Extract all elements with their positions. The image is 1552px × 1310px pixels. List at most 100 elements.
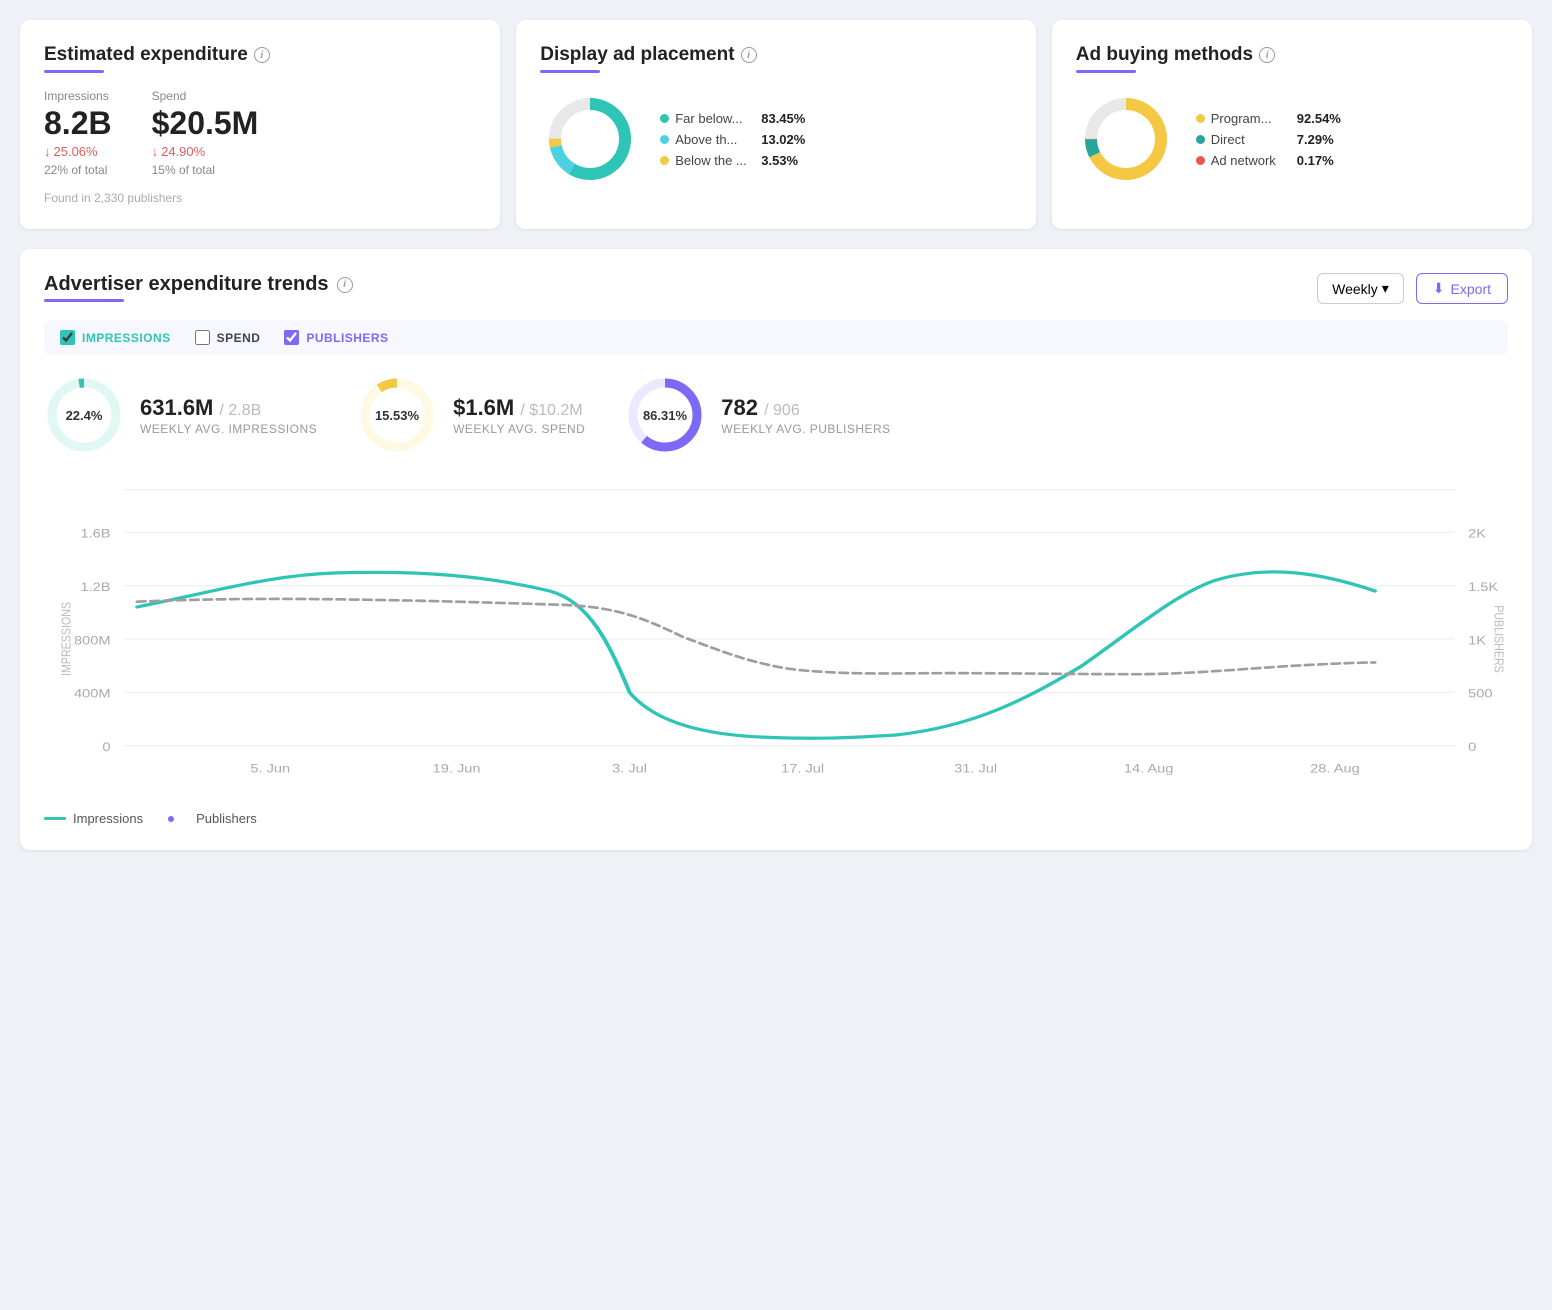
- svg-text:19. Jun: 19. Jun: [433, 762, 481, 775]
- trends-title: Advertiser expenditure trends i: [44, 273, 353, 296]
- svg-text:800M: 800M: [74, 634, 111, 647]
- estimated-title: Estimated expenditure i: [44, 44, 476, 66]
- svg-text:1.2B: 1.2B: [80, 580, 110, 593]
- display-donut-chart: [540, 89, 640, 189]
- impressions-checkbox-input[interactable]: [60, 330, 75, 345]
- download-icon: ⬇: [1433, 280, 1445, 297]
- svg-text:14. Aug: 14. Aug: [1124, 762, 1174, 775]
- trends-header: Advertiser expenditure trends i Weekly ▾…: [44, 273, 1508, 304]
- exp-metrics-row: Impressions 8.2B 25.06% 22% of total Spe…: [44, 89, 476, 177]
- svg-text:0: 0: [102, 740, 110, 753]
- display-placement-card: Display ad placement i Far below... 8: [516, 20, 1036, 229]
- legend-item-farbelow: Far below... 83.45%: [660, 111, 805, 126]
- impressions-donut: 22.4%: [44, 375, 124, 455]
- svg-text:22.4%: 22.4%: [66, 408, 103, 423]
- svg-text:15.53%: 15.53%: [375, 408, 420, 423]
- impressions-metric-block: 22.4% 631.6M / 2.8B WEEKLY AVG. IMPRESSI…: [44, 375, 317, 455]
- impressions-legend-line: [44, 817, 66, 820]
- legend-item-below: Below the ... 3.53%: [660, 153, 805, 168]
- publishers-checkbox[interactable]: PUBLISHERS: [284, 330, 388, 345]
- trends-card: Advertiser expenditure trends i Weekly ▾…: [20, 249, 1532, 850]
- chart-area: 0 400M 800M 1.2B 1.6B 0 500 1K 1.5K 2K 5…: [44, 479, 1508, 799]
- spend-checkbox[interactable]: SPEND: [195, 330, 261, 345]
- svg-text:5. Jun: 5. Jun: [250, 762, 290, 775]
- trends-info-icon[interactable]: i: [337, 277, 353, 293]
- publishers-metric-block: 86.31% 782 / 906 WEEKLY AVG. PUBLISHERS: [625, 375, 890, 455]
- trends-chart: 0 400M 800M 1.2B 1.6B 0 500 1K 1.5K 2K 5…: [44, 479, 1508, 799]
- chart-legend: Impressions Publishers: [44, 811, 1508, 826]
- trends-controls: Weekly ▾ ⬇ Export: [1317, 273, 1508, 304]
- farbelow-dot: [660, 114, 669, 123]
- spend-donut: 15.53%: [357, 375, 437, 455]
- svg-text:1.5K: 1.5K: [1468, 580, 1498, 593]
- buying-legend: Program... 92.54% Direct 7.29% Ad networ…: [1196, 111, 1341, 168]
- impressions-metric: Impressions 8.2B 25.06% 22% of total: [44, 89, 112, 177]
- top-cards-section: Estimated expenditure i Impressions 8.2B…: [20, 20, 1532, 229]
- checkboxes-row: IMPRESSIONS SPEND PUBLISHERS: [44, 320, 1508, 355]
- above-dot: [660, 135, 669, 144]
- spend-value: $20.5M: [152, 105, 259, 142]
- impressions-metric-text: 631.6M / 2.8B WEEKLY AVG. IMPRESSIONS: [140, 395, 317, 436]
- spend-total: 15% of total: [152, 163, 259, 177]
- svg-text:PUBLISHERS: PUBLISHERS: [1491, 605, 1506, 673]
- buying-donut-chart: [1076, 89, 1176, 189]
- spend-metric-text: $1.6M / $10.2M WEEKLY AVG. SPEND: [453, 395, 585, 436]
- impressions-total: 22% of total: [44, 163, 112, 177]
- ad-buying-card: Ad buying methods i Program... 92.54%: [1052, 20, 1532, 229]
- display-donut-section: Far below... 83.45% Above th... 13.02% B…: [540, 89, 1012, 189]
- estimated-expenditure-card: Estimated expenditure i Impressions 8.2B…: [20, 20, 500, 229]
- svg-text:400M: 400M: [74, 687, 111, 700]
- trends-title-block: Advertiser expenditure trends i: [44, 273, 353, 302]
- publishers-legend-entry: Publishers: [167, 811, 257, 826]
- svg-text:28. Aug: 28. Aug: [1310, 762, 1360, 775]
- export-button[interactable]: ⬇ Export: [1416, 273, 1508, 304]
- svg-text:31. Jul: 31. Jul: [954, 762, 997, 775]
- spend-metric: Spend $20.5M 24.90% 15% of total: [152, 89, 259, 177]
- legend-item-direct: Direct 7.29%: [1196, 132, 1341, 147]
- impressions-checkbox[interactable]: IMPRESSIONS: [60, 330, 171, 345]
- svg-text:86.31%: 86.31%: [643, 408, 688, 423]
- buying-title-underline: [1076, 70, 1136, 73]
- svg-text:1K: 1K: [1468, 634, 1486, 647]
- programmatic-dot: [1196, 114, 1205, 123]
- publishers-note: Found in 2,330 publishers: [44, 191, 476, 205]
- publishers-line: [137, 599, 1375, 674]
- estimated-title-underline: [44, 70, 104, 73]
- impressions-value: 8.2B: [44, 105, 112, 142]
- publishers-metric-text: 782 / 906 WEEKLY AVG. PUBLISHERS: [721, 395, 890, 436]
- display-legend: Far below... 83.45% Above th... 13.02% B…: [660, 111, 805, 168]
- svg-text:500: 500: [1468, 687, 1492, 700]
- svg-text:3. Jul: 3. Jul: [612, 762, 647, 775]
- svg-text:IMPRESSIONS: IMPRESSIONS: [58, 602, 73, 676]
- chevron-down-icon: ▾: [1382, 280, 1389, 297]
- svg-text:17. Jul: 17. Jul: [781, 762, 824, 775]
- adnetwork-dot: [1196, 156, 1205, 165]
- legend-item-adnetwork: Ad network 0.17%: [1196, 153, 1341, 168]
- impressions-line: [137, 572, 1375, 738]
- impressions-label: Impressions: [44, 89, 112, 103]
- below-dot: [660, 156, 669, 165]
- estimated-info-icon[interactable]: i: [254, 47, 270, 63]
- display-info-icon[interactable]: i: [741, 47, 757, 63]
- buying-info-icon[interactable]: i: [1259, 47, 1275, 63]
- svg-text:0: 0: [1468, 740, 1476, 753]
- weekly-button[interactable]: Weekly ▾: [1317, 273, 1404, 304]
- buying-donut-section: Program... 92.54% Direct 7.29% Ad networ…: [1076, 89, 1508, 189]
- impressions-change: 25.06%: [44, 144, 112, 159]
- publishers-checkbox-input[interactable]: [284, 330, 299, 345]
- display-title: Display ad placement i: [540, 44, 1012, 66]
- publishers-donut: 86.31%: [625, 375, 705, 455]
- svg-text:1.6B: 1.6B: [80, 527, 110, 540]
- trends-title-underline: [44, 299, 124, 302]
- display-title-underline: [540, 70, 600, 73]
- impressions-legend-entry: Impressions: [44, 811, 143, 826]
- spend-metric-block: 15.53% $1.6M / $10.2M WEEKLY AVG. SPEND: [357, 375, 585, 455]
- spend-change: 24.90%: [152, 144, 259, 159]
- publishers-legend-line: [167, 814, 189, 824]
- legend-item-programmatic: Program... 92.54%: [1196, 111, 1341, 126]
- spend-label: Spend: [152, 89, 259, 103]
- legend-item-above: Above th... 13.02%: [660, 132, 805, 147]
- spend-checkbox-input[interactable]: [195, 330, 210, 345]
- metrics-row: 22.4% 631.6M / 2.8B WEEKLY AVG. IMPRESSI…: [44, 375, 1508, 455]
- buying-title: Ad buying methods i: [1076, 44, 1508, 66]
